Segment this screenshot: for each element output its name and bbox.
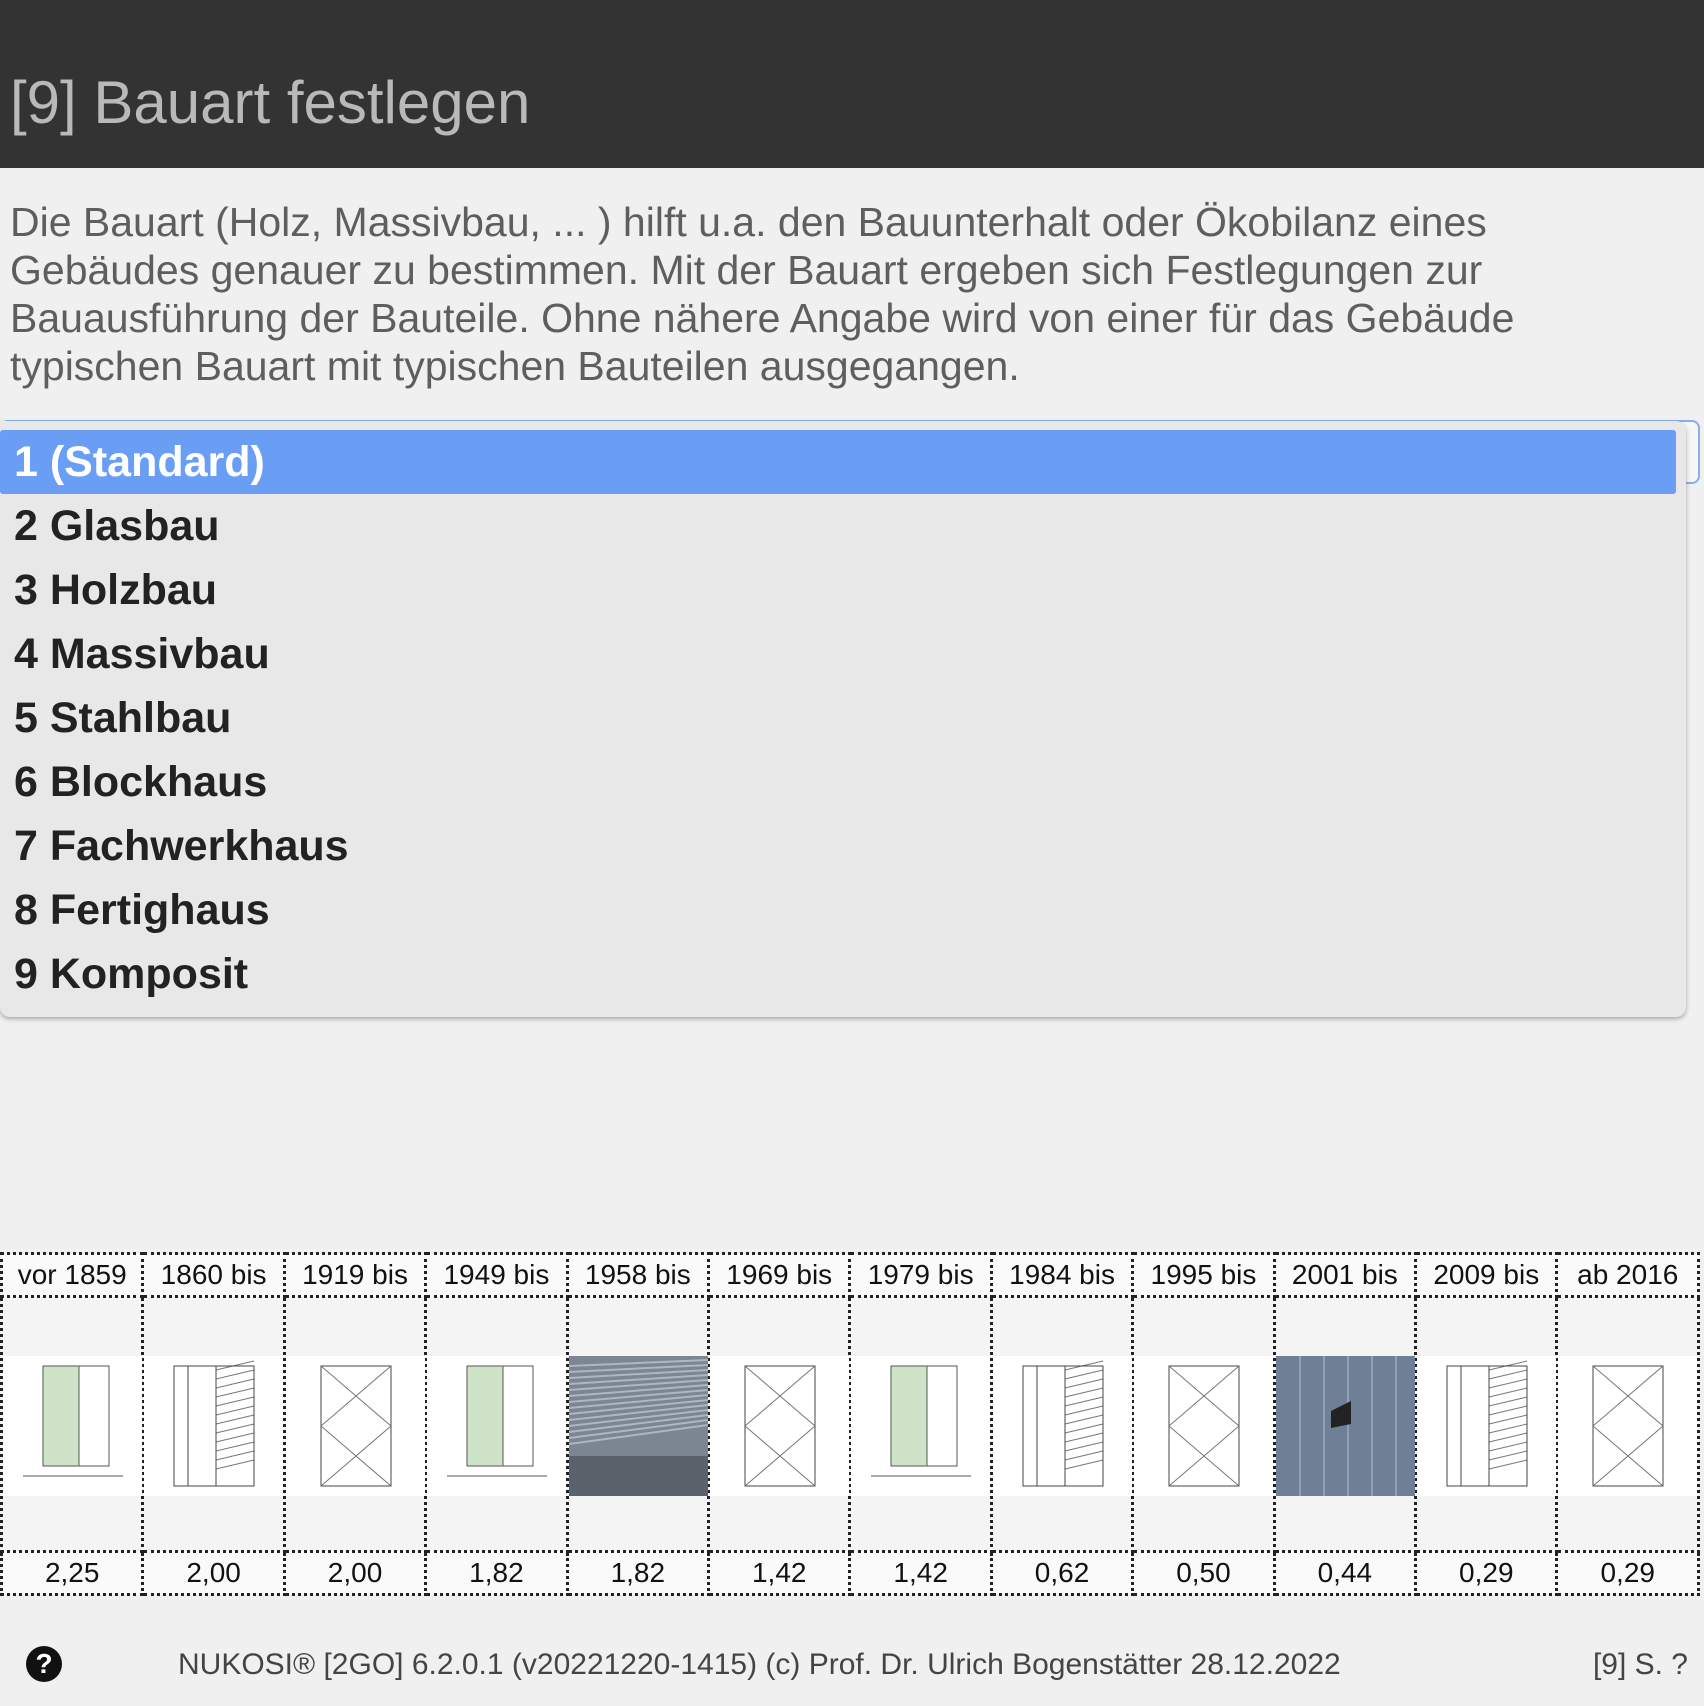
period-u-value: 0,29 xyxy=(1555,1550,1700,1596)
period-label: 1860 bis xyxy=(141,1252,286,1298)
footer-copyright: NUKOSI® [2GO] 6.2.0.1 (v20221220-1415) (… xyxy=(178,1648,1341,1681)
bauart-option[interactable]: 6 Blockhaus xyxy=(0,750,1686,814)
period-image xyxy=(707,1295,852,1553)
period-label: 1995 bis xyxy=(1131,1252,1276,1298)
period-image xyxy=(1414,1295,1559,1553)
period-u-value: 0,62 xyxy=(989,1550,1135,1596)
bauart-option[interactable]: 3 Holzbau xyxy=(0,558,1686,622)
period-image xyxy=(1131,1295,1276,1553)
period-u-value: 2,25 xyxy=(0,1550,145,1596)
bauart-option[interactable]: 1 (Standard) xyxy=(0,430,1676,494)
period-u-value: 0,50 xyxy=(1131,1550,1276,1596)
period-label: 1969 bis xyxy=(707,1252,852,1298)
period-label: 1979 bis xyxy=(848,1252,993,1298)
page-header: [9] Bauart festlegen xyxy=(0,0,1704,168)
help-icon[interactable]: ? xyxy=(26,1646,62,1682)
bauart-option[interactable]: 2 Glasbau xyxy=(0,494,1686,558)
period-label-row: vor 1859 1860 bis 1919 bis 1949 bis 1958 bis… xyxy=(0,1252,1700,1298)
period-image xyxy=(989,1295,1135,1553)
period-table: vor 1859 1860 bis 1919 bis 1949 bis 1958 bis… xyxy=(0,1252,1700,1596)
period-u-value: 2,00 xyxy=(282,1550,428,1596)
description-text: Die Bauart (Holz, Massivbau, ... ) hilft… xyxy=(10,199,1515,389)
period-u-value: 1,42 xyxy=(707,1550,852,1596)
period-u-value: 2,00 xyxy=(141,1550,286,1596)
bauart-dropdown-list[interactable]: 1 (Standard) 2 Glasbau 3 Holzbau 4 Massivba… xyxy=(0,421,1686,1017)
period-label: 2009 bis xyxy=(1414,1252,1559,1298)
period-label: 1949 bis xyxy=(424,1252,569,1298)
period-image xyxy=(282,1295,428,1553)
page-reference: [9] S. ? xyxy=(1592,1648,1688,1681)
period-label: ab 2016 xyxy=(1555,1252,1700,1298)
bauart-option[interactable]: 8 Fertighaus xyxy=(0,878,1686,942)
period-u-value: 0,44 xyxy=(1272,1550,1418,1596)
period-image xyxy=(0,1295,145,1553)
bauart-option[interactable]: 5 Stahlbau xyxy=(0,686,1686,750)
period-value-row: 2,25 2,00 2,00 1,82 1,82 1,42 1,42 0,62 0,50 0,44… xyxy=(0,1550,1700,1596)
period-image xyxy=(565,1295,711,1553)
period-u-value: 0,29 xyxy=(1414,1550,1559,1596)
page-title: [9] Bauart festlegen xyxy=(10,69,531,136)
period-label: 1958 bis xyxy=(565,1252,711,1298)
bauart-option[interactable]: 7 Fachwerkhaus xyxy=(0,814,1686,878)
period-image xyxy=(424,1295,569,1553)
period-label: 1919 bis xyxy=(282,1252,428,1298)
period-label: 2001 bis xyxy=(1272,1252,1418,1298)
period-label: 1984 bis xyxy=(989,1252,1135,1298)
period-image-row xyxy=(0,1295,1700,1553)
period-image xyxy=(848,1295,993,1553)
period-label: vor 1859 xyxy=(0,1252,145,1298)
bauart-option[interactable]: 4 Massivbau xyxy=(0,622,1686,686)
bauart-option[interactable]: 9 Komposit xyxy=(0,942,1686,1006)
period-image xyxy=(141,1295,286,1553)
period-image xyxy=(1272,1295,1418,1553)
period-u-value: 1,82 xyxy=(565,1550,711,1596)
period-u-value: 1,82 xyxy=(424,1550,569,1596)
period-image xyxy=(1555,1295,1700,1553)
period-u-value: 1,42 xyxy=(848,1550,993,1596)
